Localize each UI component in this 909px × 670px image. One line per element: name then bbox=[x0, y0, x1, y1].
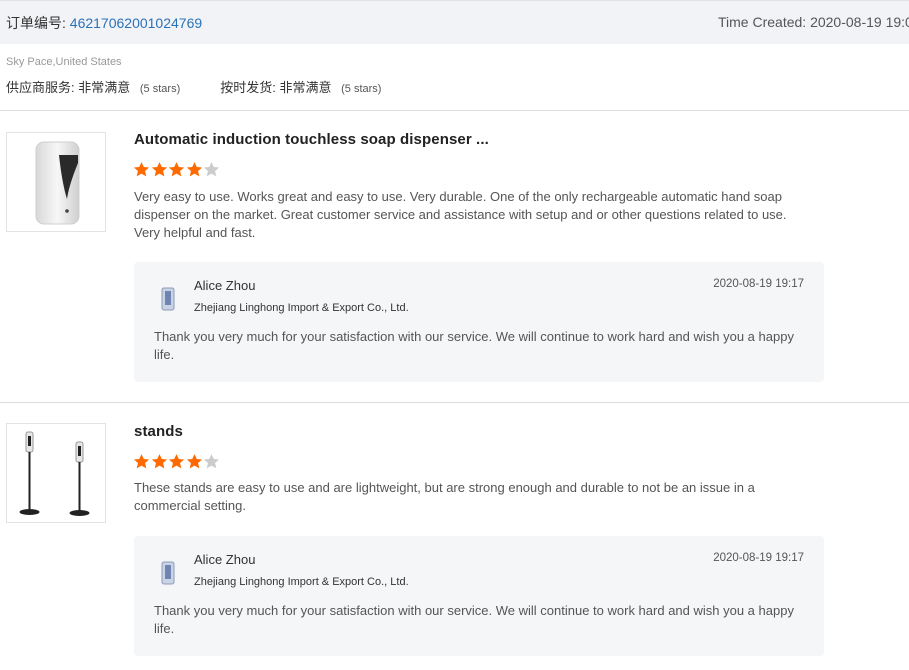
rating-value: 非常满意 bbox=[78, 80, 131, 95]
rating-value: 非常满意 bbox=[279, 80, 332, 95]
review-stars bbox=[133, 453, 221, 470]
star-filled-icon bbox=[186, 454, 202, 469]
seller-ratings: 供应商服务: 非常满意 (5 stars) 按时发货: 非常满意 (5 star… bbox=[6, 77, 421, 96]
review-title[interactable]: stands bbox=[134, 423, 183, 440]
rating-label: 按时发货: bbox=[220, 80, 276, 95]
buyer-location: Sky Pace,United States bbox=[6, 56, 122, 68]
seller-reply: Alice Zhou Zhejiang Linghong Import & Ex… bbox=[134, 536, 824, 656]
reply-company: Zhejiang Linghong Import & Export Co., L… bbox=[194, 576, 409, 588]
order-id: 订单编号: 46217062001024769 bbox=[6, 13, 202, 33]
divider bbox=[0, 110, 909, 111]
star-empty-icon bbox=[203, 162, 220, 177]
order-number-link[interactable]: 46217062001024769 bbox=[70, 15, 202, 31]
reply-message: Thank you very much for your satisfactio… bbox=[154, 329, 794, 362]
divider bbox=[0, 402, 909, 403]
soap-dispenser-icon[interactable] bbox=[6, 132, 106, 232]
on-time-delivery-rating: 按时发货: 非常满意 (5 stars) bbox=[220, 77, 381, 96]
star-empty-icon bbox=[203, 454, 220, 469]
supplier-service-rating: 供应商服务: 非常满意 (5 stars) bbox=[6, 77, 180, 96]
reply-message: Thank you very much for your satisfactio… bbox=[154, 603, 794, 636]
seller-avatar bbox=[161, 287, 175, 311]
buyer-info: Sky Pace,United States 供应商服务: 非常满意 (5 st… bbox=[6, 56, 421, 96]
rating-stars-text: (5 stars) bbox=[139, 83, 181, 95]
review-title[interactable]: Automatic induction touchless soap dispe… bbox=[134, 131, 489, 148]
seller-avatar bbox=[161, 561, 175, 585]
rating-label: 供应商服务: bbox=[6, 80, 75, 95]
star-filled-icon bbox=[168, 454, 185, 469]
dispenser-stands-icon[interactable] bbox=[6, 423, 106, 523]
reply-author: Alice Zhou bbox=[194, 552, 256, 567]
star-filled-icon bbox=[151, 454, 167, 469]
star-filled-icon bbox=[151, 162, 167, 177]
review-text: These stands are easy to use and are lig… bbox=[134, 480, 755, 513]
rating-stars-text: (5 stars) bbox=[341, 83, 382, 95]
reply-date: 2020-08-19 19:17 bbox=[713, 278, 804, 290]
seller-reply: Alice Zhou Zhejiang Linghong Import & Ex… bbox=[134, 262, 824, 382]
star-filled-icon bbox=[168, 162, 185, 177]
reply-company: Zhejiang Linghong Import & Export Co., L… bbox=[194, 302, 409, 314]
reply-author: Alice Zhou bbox=[194, 278, 256, 293]
star-filled-icon bbox=[133, 162, 150, 177]
review-stars bbox=[133, 161, 221, 178]
order-number-label: 订单编号: bbox=[6, 14, 66, 31]
star-filled-icon bbox=[133, 454, 150, 469]
star-filled-icon bbox=[186, 162, 202, 177]
review-text: Very easy to use. Works great and easy t… bbox=[134, 189, 787, 240]
reply-date: 2020-08-19 19:17 bbox=[713, 552, 804, 564]
time-created: Time Created: 2020-08-19 19:08 bbox=[718, 14, 909, 30]
